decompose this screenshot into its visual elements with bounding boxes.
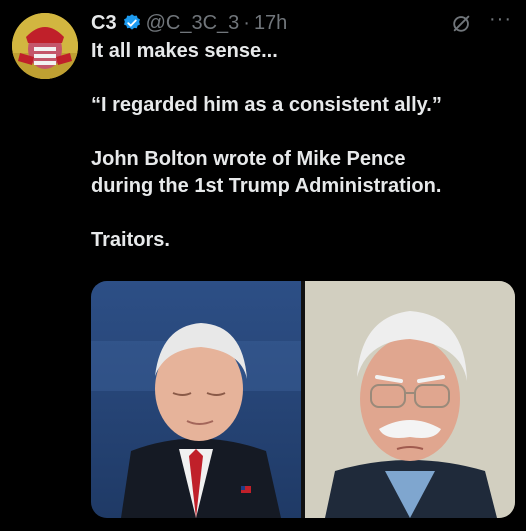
- tweet-media[interactable]: [91, 281, 515, 518]
- photo-left[interactable]: [91, 281, 301, 518]
- tweet-text: It all makes sense... “I regarded him as…: [91, 38, 512, 254]
- tweet-line: It all makes sense...: [91, 40, 278, 62]
- tweet-line: Traitors.: [91, 229, 170, 251]
- more-icon[interactable]: ···: [489, 8, 512, 31]
- tweet-line: John Bolton wrote of Mike Pence: [91, 148, 406, 170]
- display-name[interactable]: C3: [91, 12, 117, 35]
- separator-dot: ·: [243, 11, 250, 34]
- tweet-line: during the 1st Trump Administration.: [91, 175, 442, 197]
- timestamp[interactable]: 17h: [254, 12, 287, 35]
- photo-right[interactable]: [305, 281, 515, 518]
- tweet-header: C3 @C_3C_3 · 17h ···: [91, 8, 512, 36]
- avatar[interactable]: [12, 13, 78, 79]
- grok-icon[interactable]: [451, 12, 473, 34]
- tweet-line: “I regarded him as a consistent ally.”: [91, 94, 442, 116]
- verified-badge-icon[interactable]: [122, 13, 142, 33]
- handle[interactable]: @C_3C_3: [146, 12, 240, 35]
